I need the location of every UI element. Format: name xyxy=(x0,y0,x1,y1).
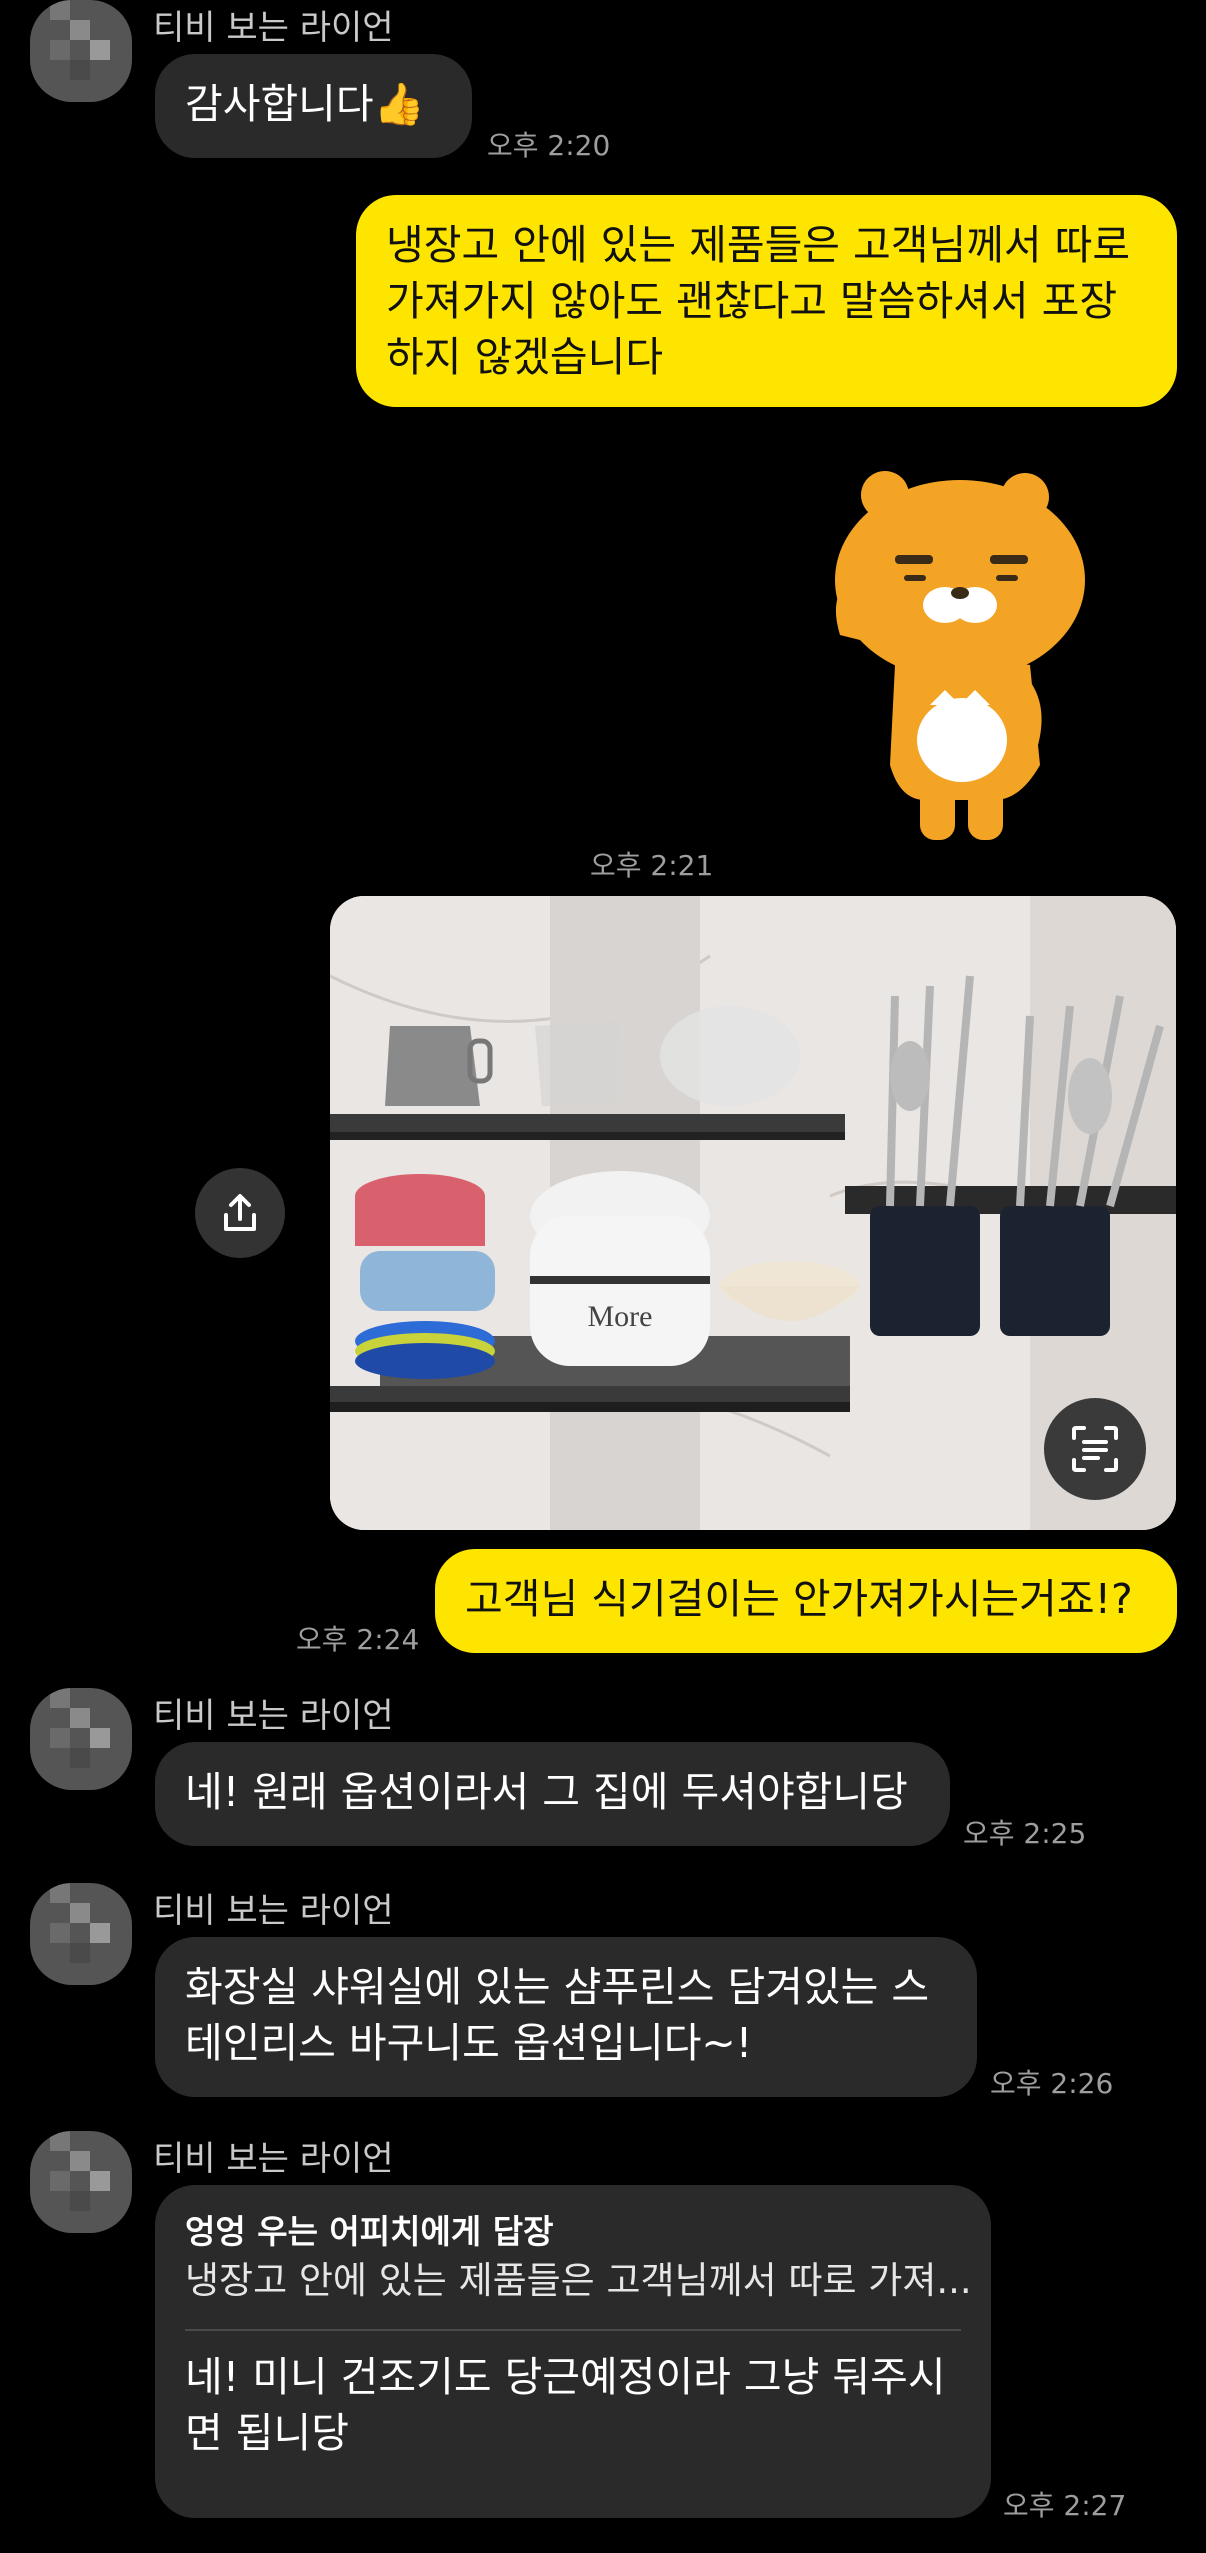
message-time: 오후 2:20 xyxy=(487,129,611,162)
message-line: 화장실 샤워실에 있는 샴푸린스 담겨있는 스 xyxy=(185,1963,930,2011)
reply-to-header: 엉엉 우는 어피치에게 답장 xyxy=(185,2212,554,2251)
message-text: 고객님 식기걸이는 안가져가시는거죠!? xyxy=(465,1575,1133,1623)
message-text: 네! 원래 옵션이라서 그 집에 두셔야합니당 xyxy=(185,1768,908,1816)
message-bubble-outgoing[interactable]: 냉장고 안에 있는 제품들은 고객님께서 따로 가져가지 않아도 괜찮다고 말씀… xyxy=(356,195,1177,407)
message-bubble[interactable]: 화장실 샤워실에 있는 샴푸린스 담겨있는 스 테인리스 바구니도 옵션입니다~… xyxy=(155,1937,977,2097)
message-text: 감사합니다👍 xyxy=(185,80,425,128)
message-time: 오후 2:27 xyxy=(1003,2489,1127,2522)
share-icon xyxy=(224,1194,256,1231)
message-line: 가져가지 않아도 괜찮다고 말씀하셔서 포장 xyxy=(386,277,1118,325)
message-time: 오후 2:21 xyxy=(590,849,714,882)
ryan-icon xyxy=(835,471,1085,840)
share-button[interactable] xyxy=(195,1168,285,1258)
message-time: 오후 2:26 xyxy=(990,2067,1114,2100)
message-line: 네! 미니 건조기도 당근예정이라 그냥 둬주시 xyxy=(185,2353,946,2401)
ryan-sticker[interactable] xyxy=(820,465,1100,850)
message-line: 면 됩니당 xyxy=(185,2409,349,2457)
message-time: 오후 2:24 xyxy=(296,1623,420,1656)
sender-name: 티비 보는 라이언 xyxy=(153,1891,394,1931)
message-line: 테인리스 바구니도 옵션입니다~! xyxy=(185,2019,753,2067)
sender-avatar[interactable] xyxy=(30,1688,132,1790)
sender-avatar[interactable] xyxy=(30,2131,132,2233)
reply-message-bubble[interactable]: 엉엉 우는 어피치에게 답장 냉장고 안에 있는 제품들은 고객님께서 따로 가… xyxy=(155,2185,991,2518)
reply-quote[interactable]: 냉장고 안에 있는 제품들은 고객님께서 따로 가져... xyxy=(185,2255,972,2307)
reply-divider xyxy=(185,2329,961,2331)
sender-name: 티비 보는 라이언 xyxy=(153,8,394,48)
sender-name: 티비 보는 라이언 xyxy=(153,1696,394,1736)
message-bubble[interactable]: 네! 원래 옵션이라서 그 집에 두셔야합니당 xyxy=(155,1742,950,1846)
message-line: 하지 않겠습니다 xyxy=(386,333,664,381)
sender-name: 티비 보는 라이언 xyxy=(153,2139,394,2179)
sender-avatar[interactable] xyxy=(30,1883,132,1985)
message-bubble[interactable]: 감사합니다👍 xyxy=(155,54,472,158)
message-time: 오후 2:25 xyxy=(963,1817,1087,1850)
svg-text:More: More xyxy=(588,1300,653,1333)
message-line: 냉장고 안에 있는 제품들은 고객님께서 따로 xyxy=(386,221,1131,269)
message-bubble-outgoing[interactable]: 고객님 식기걸이는 안가져가시는거죠!? xyxy=(435,1549,1177,1653)
text-scan-icon xyxy=(1072,1426,1118,1472)
text-scan-button[interactable] xyxy=(1044,1398,1146,1500)
sender-avatar[interactable] xyxy=(30,0,132,102)
